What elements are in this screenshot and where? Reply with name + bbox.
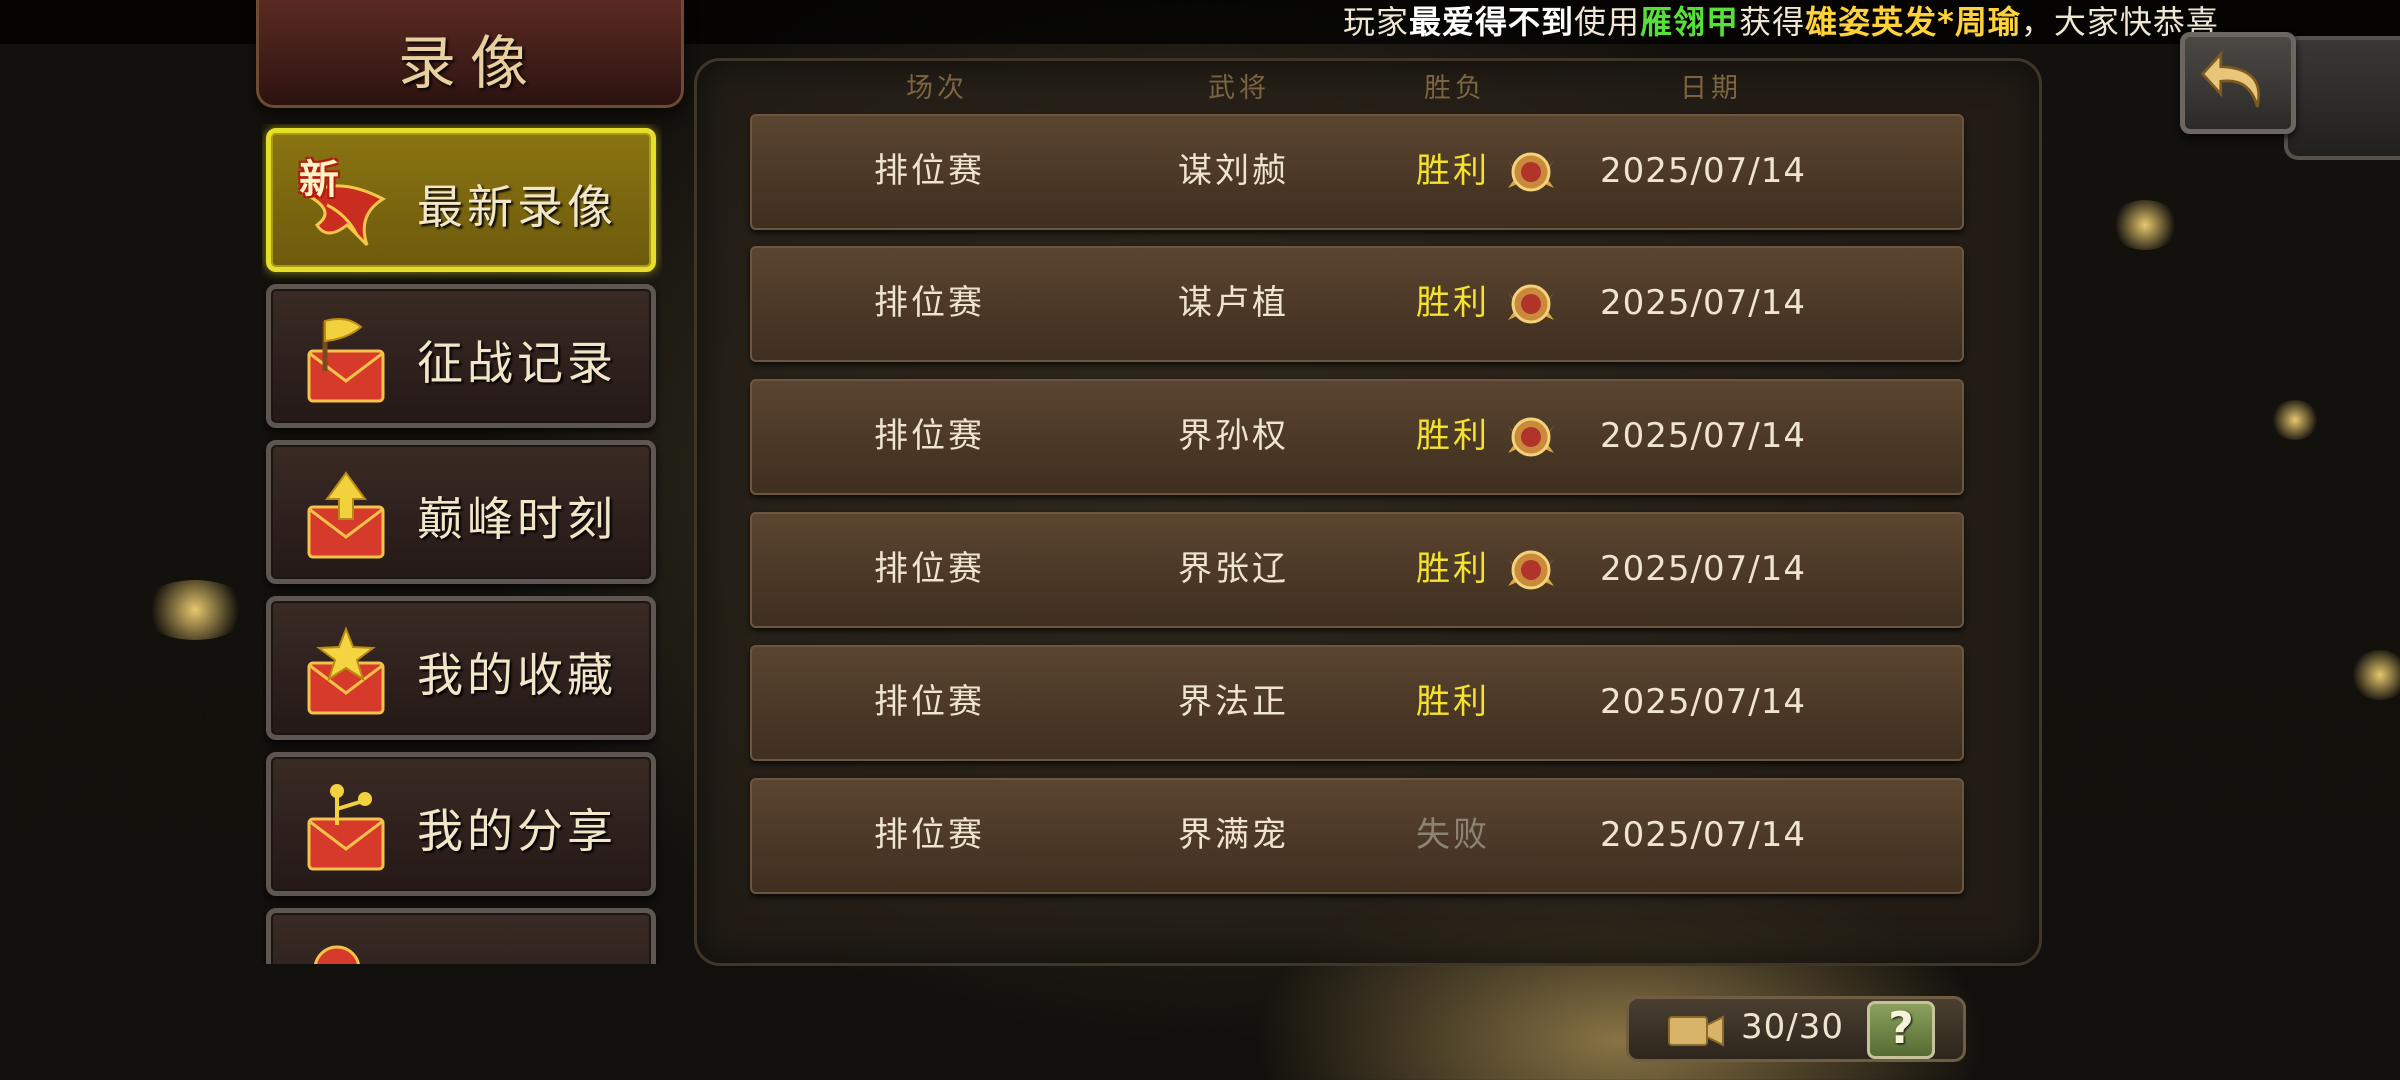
ticker-reward-name: 雄姿英发 xyxy=(1805,3,1938,41)
match-type: 排位赛 xyxy=(874,416,985,456)
light-glint xyxy=(2270,400,2320,440)
sidebar-item-label: 最新录像 xyxy=(417,180,617,234)
match-result: 胜利 xyxy=(1416,283,1490,323)
match-result: 胜利 xyxy=(1416,416,1490,456)
share-envelope-icon xyxy=(307,784,385,871)
mvp-medal-icon xyxy=(1508,417,1554,457)
table-row[interactable]: 排位赛 界孙权 胜利 2025/07/14 xyxy=(750,379,1964,495)
sidebar-item-label: 征战记录 xyxy=(417,336,617,390)
flag-envelope-icon xyxy=(307,318,385,403)
match-date: 2025/07/14 xyxy=(1600,151,1806,191)
back-arrow-icon xyxy=(2200,50,2260,108)
ticker-text: 玩家最爱得不到使用雁翎甲获得雄姿英发*周瑜，大家快恭喜 xyxy=(1343,2,2219,42)
replay-count: 30/30 xyxy=(1741,1007,1844,1047)
table-row[interactable]: 排位赛 谋刘赪 胜利 2025/07/14 xyxy=(750,114,1964,230)
back-button-frame xyxy=(2284,36,2400,160)
partial-envelope-icon xyxy=(314,945,360,964)
sidebar: 新 最新录像 征战记录 巅峰时刻 我的收藏 我的分享 xyxy=(262,124,662,964)
light-glint xyxy=(140,580,250,640)
table-row[interactable]: 排位赛 界张辽 胜利 2025/07/14 xyxy=(750,512,1964,628)
match-result: 失败 xyxy=(1416,815,1490,855)
sidebar-item-latest-replays[interactable]: 新 最新录像 xyxy=(266,128,656,272)
ticker-prefix: 玩家 xyxy=(1343,3,1410,41)
sidebar-item-battle-records[interactable]: 征战记录 xyxy=(266,284,656,428)
column-header-result: 胜负 xyxy=(1424,73,1486,104)
match-result: 胜利 xyxy=(1416,151,1490,191)
star-envelope-icon xyxy=(307,626,385,715)
sidebar-item-peak-moments[interactable]: 巅峰时刻 xyxy=(266,440,656,584)
match-date: 2025/07/14 xyxy=(1600,549,1806,589)
mvp-medal-icon xyxy=(1508,550,1554,590)
match-type: 排位赛 xyxy=(874,151,985,191)
mvp-medal-icon xyxy=(1508,152,1554,192)
sidebar-item-favorites[interactable]: 我的收藏 xyxy=(266,596,656,740)
match-type: 排位赛 xyxy=(874,283,985,323)
match-type: 排位赛 xyxy=(874,815,985,855)
page-title: 录像 xyxy=(397,29,542,97)
sidebar-item-label: 巅峰时刻 xyxy=(417,492,617,546)
match-type: 排位赛 xyxy=(874,682,985,722)
hero-name: 界孙权 xyxy=(1178,416,1289,456)
column-header-date: 日期 xyxy=(1680,73,1742,104)
match-date: 2025/07/14 xyxy=(1600,815,1806,855)
help-button[interactable]: ? xyxy=(1867,1001,1935,1059)
table-row[interactable]: 排位赛 界满宠 失败 2025/07/14 xyxy=(750,778,1964,894)
match-result: 胜利 xyxy=(1416,549,1490,589)
hero-name: 谋卢植 xyxy=(1178,283,1289,323)
replay-counter: 30/30 ? xyxy=(1626,996,1966,1062)
mvp-medal-icon xyxy=(1508,284,1554,324)
ticker-reward-separator: * xyxy=(1937,3,1955,41)
table-row[interactable]: 排位赛 界法正 胜利 2025/07/14 xyxy=(750,645,1964,761)
sidebar-item-my-shares[interactable]: 我的分享 xyxy=(266,752,656,896)
hero-name: 界张辽 xyxy=(1178,549,1289,589)
sidebar-item-label: 我的收藏 xyxy=(417,648,617,702)
column-header-hero: 武将 xyxy=(1208,73,1270,104)
video-camera-icon xyxy=(1668,1015,1724,1047)
match-date: 2025/07/14 xyxy=(1600,283,1806,323)
sidebar-item-partial[interactable] xyxy=(266,908,656,964)
ticker-reward-hero: 周瑜 xyxy=(1954,3,2021,41)
match-date: 2025/07/14 xyxy=(1600,416,1806,456)
ticker-text-segment: 获得 xyxy=(1739,3,1806,41)
light-glint xyxy=(2350,650,2400,700)
match-result: 胜利 xyxy=(1416,682,1490,722)
new-badge: 新 xyxy=(299,156,339,203)
column-header-type: 场次 xyxy=(906,73,968,104)
hero-name: 谋刘赪 xyxy=(1178,151,1289,191)
hero-name: 界法正 xyxy=(1178,682,1289,722)
light-glint xyxy=(2110,200,2180,250)
arrow-up-envelope-icon xyxy=(307,471,385,559)
title-banner: 录像 xyxy=(256,0,684,108)
ticker-text-segment: 使用 xyxy=(1574,3,1641,41)
hero-name: 界满宠 xyxy=(1178,815,1289,855)
sidebar-item-label: 我的分享 xyxy=(417,804,617,858)
back-button[interactable] xyxy=(2180,32,2296,134)
match-type: 排位赛 xyxy=(874,549,985,589)
ticker-player-name: 最爱得不到 xyxy=(1409,3,1575,41)
ticker-item-name: 雁翎甲 xyxy=(1640,3,1740,41)
table-row[interactable]: 排位赛 谋卢植 胜利 2025/07/14 xyxy=(750,246,1964,362)
match-date: 2025/07/14 xyxy=(1600,682,1806,722)
